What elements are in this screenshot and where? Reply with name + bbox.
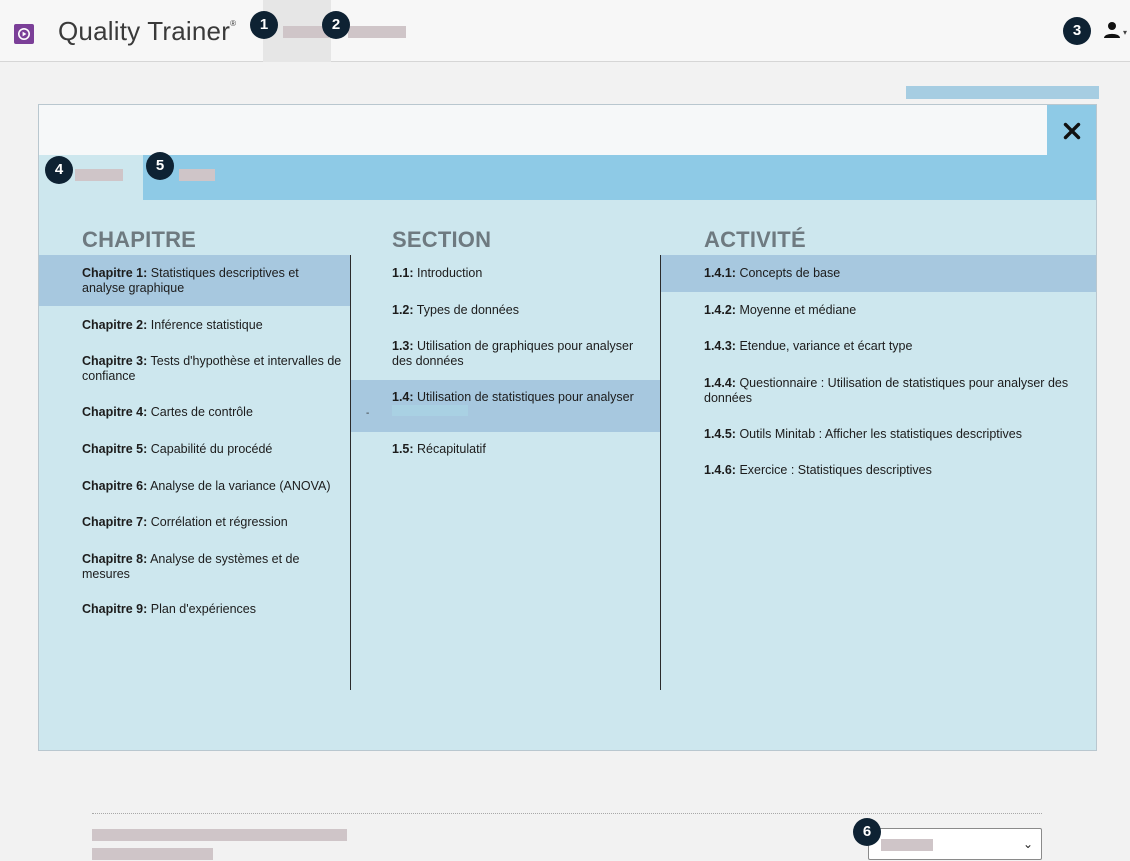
chapter-item-8[interactable]: Chapitre 8: Analyse de systèmes et de me…: [82, 552, 322, 582]
modal-tab-2-label-placeholder: [179, 169, 215, 181]
chapter-item-3[interactable]: Chapitre 3: Tests d'hypothèse et interva…: [82, 354, 347, 384]
modal-tabs: [39, 155, 1096, 200]
activity-item-1-4-4[interactable]: 1.4.4: Questionnaire : Utilisation de st…: [704, 376, 1094, 406]
activity-item-1-4-5[interactable]: 1.4.5: Outils Minitab : Afficher les sta…: [704, 427, 1089, 442]
chapter-item-4[interactable]: Chapitre 4: Cartes de contrôle: [82, 405, 342, 420]
column-divider-1: [350, 255, 351, 690]
language-select[interactable]: ⌄: [868, 828, 1042, 860]
chapter-item-2[interactable]: Chapitre 2: Inférence statistique: [82, 318, 342, 333]
app-logo-icon[interactable]: [14, 24, 34, 44]
activity-item-1-4-3[interactable]: 1.4.3: Etendue, variance et écart type: [704, 339, 1089, 354]
footer-placeholder-bar-2: [92, 848, 213, 860]
section-item-1-4-placeholder-bar: [392, 405, 468, 416]
callout-badge-1: 1: [250, 11, 278, 39]
app-title[interactable]: Quality Trainer®: [58, 16, 236, 47]
chevron-down-icon[interactable]: ▾: [1123, 28, 1127, 37]
activity-item-1-4-2[interactable]: 1.4.2: Moyenne et médiane: [704, 303, 1089, 318]
chapter-item-5[interactable]: Chapitre 5: Capabilité du procédé: [82, 442, 342, 457]
modal-tab-1-label-placeholder: [75, 169, 123, 181]
section-item-1-4[interactable]: 1.4: Utilisation de statistiques pour an…: [392, 390, 658, 405]
section-marker: -: [366, 408, 370, 419]
footer-placeholder-bar-1: [92, 829, 347, 841]
activity-heading: ACTIVITÉ: [704, 227, 806, 252]
callout-badge-5: 5: [146, 152, 174, 180]
activity-item-1-4-1[interactable]: 1.4.1: Concepts de base: [704, 266, 1089, 281]
section-item-1-1[interactable]: 1.1: Introduction: [392, 266, 654, 281]
chevron-down-icon: ⌄: [1022, 837, 1033, 851]
chapter-item-7[interactable]: Chapitre 7: Corrélation et régression: [82, 515, 342, 530]
callout-badge-4: 4: [45, 156, 73, 184]
chapter-heading: CHAPITRE: [82, 227, 197, 252]
registered-mark: ®: [230, 19, 237, 29]
callout-badge-3: 3: [1063, 17, 1091, 45]
column-divider-2: [660, 255, 661, 690]
modal-top-strip: [39, 105, 1096, 155]
course-navigation-modal: CHAPITRE SECTION ACTIVITÉ Chapitre 1: St…: [38, 104, 1097, 751]
section-item-1-2[interactable]: 1.2: Types de données: [392, 303, 654, 318]
activity-item-1-4-6[interactable]: 1.4.6: Exercice : Statistiques descripti…: [704, 463, 1089, 478]
close-icon: [1063, 122, 1080, 139]
chapter-item-1[interactable]: Chapitre 1: Statistiques descriptives et…: [82, 266, 342, 296]
callout-badge-6: 6: [853, 818, 881, 846]
select-value-placeholder: [881, 839, 933, 851]
callout-badge-2: 2: [322, 11, 350, 39]
chapter-item-6[interactable]: Chapitre 6: Analyse de la variance (ANOV…: [82, 479, 344, 494]
section-item-1-5[interactable]: 1.5: Récapitulatif: [392, 442, 654, 457]
nav-tab-2-label-placeholder: [348, 26, 406, 38]
section-heading: SECTION: [392, 227, 492, 252]
user-icon[interactable]: [1102, 20, 1122, 40]
chapter-item-9[interactable]: Chapitre 9: Plan d'expériences: [82, 602, 342, 617]
close-button[interactable]: [1047, 105, 1096, 156]
top-right-placeholder-bar: [906, 86, 1099, 99]
top-header: Quality Trainer® ▾: [0, 0, 1130, 62]
section-item-1-3[interactable]: 1.3: Utilisation de graphiques pour anal…: [392, 339, 656, 369]
footer-divider: [92, 813, 1042, 814]
